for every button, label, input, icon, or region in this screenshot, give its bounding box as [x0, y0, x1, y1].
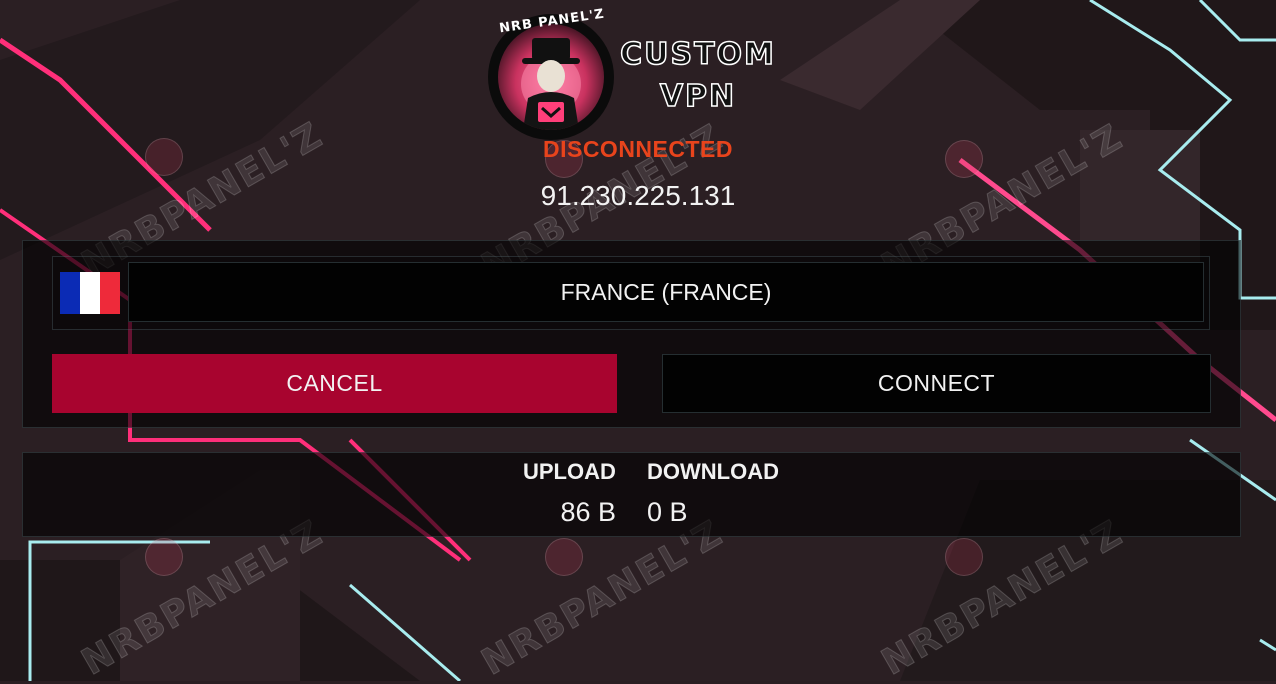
- download-value: 0 B: [647, 497, 688, 527]
- france-flag-icon: [60, 272, 120, 314]
- connect-button[interactable]: CONNECT: [662, 354, 1211, 413]
- watermark-logo-icon: [945, 140, 983, 178]
- watermark-logo-icon: [545, 538, 583, 576]
- app-title-line2: VPN: [659, 78, 737, 115]
- connection-status: DISCONNECTED: [542, 136, 733, 162]
- flag-stripe-white: [80, 272, 100, 314]
- app-title: CUSTOM VPN: [612, 34, 784, 118]
- download-label: DOWNLOAD: [647, 459, 779, 484]
- watermark-logo-icon: [145, 538, 183, 576]
- watermark-logo-icon: [945, 538, 983, 576]
- traffic-stats-panel: [22, 452, 1241, 537]
- watermark-logo-icon: [145, 138, 183, 176]
- flag-stripe-blue: [60, 272, 80, 314]
- server-name-field[interactable]: FRANCE (FRANCE): [128, 262, 1204, 322]
- hooded-figure-icon: [498, 24, 604, 130]
- ip-address: 91.230.225.131: [540, 180, 736, 211]
- upload-label: UPLOAD: [523, 459, 616, 484]
- cancel-button[interactable]: CANCEL: [52, 354, 617, 413]
- upload-value: 86 B: [560, 497, 616, 527]
- flag-stripe-red: [100, 272, 120, 314]
- app-title-line1: CUSTOM: [619, 36, 776, 73]
